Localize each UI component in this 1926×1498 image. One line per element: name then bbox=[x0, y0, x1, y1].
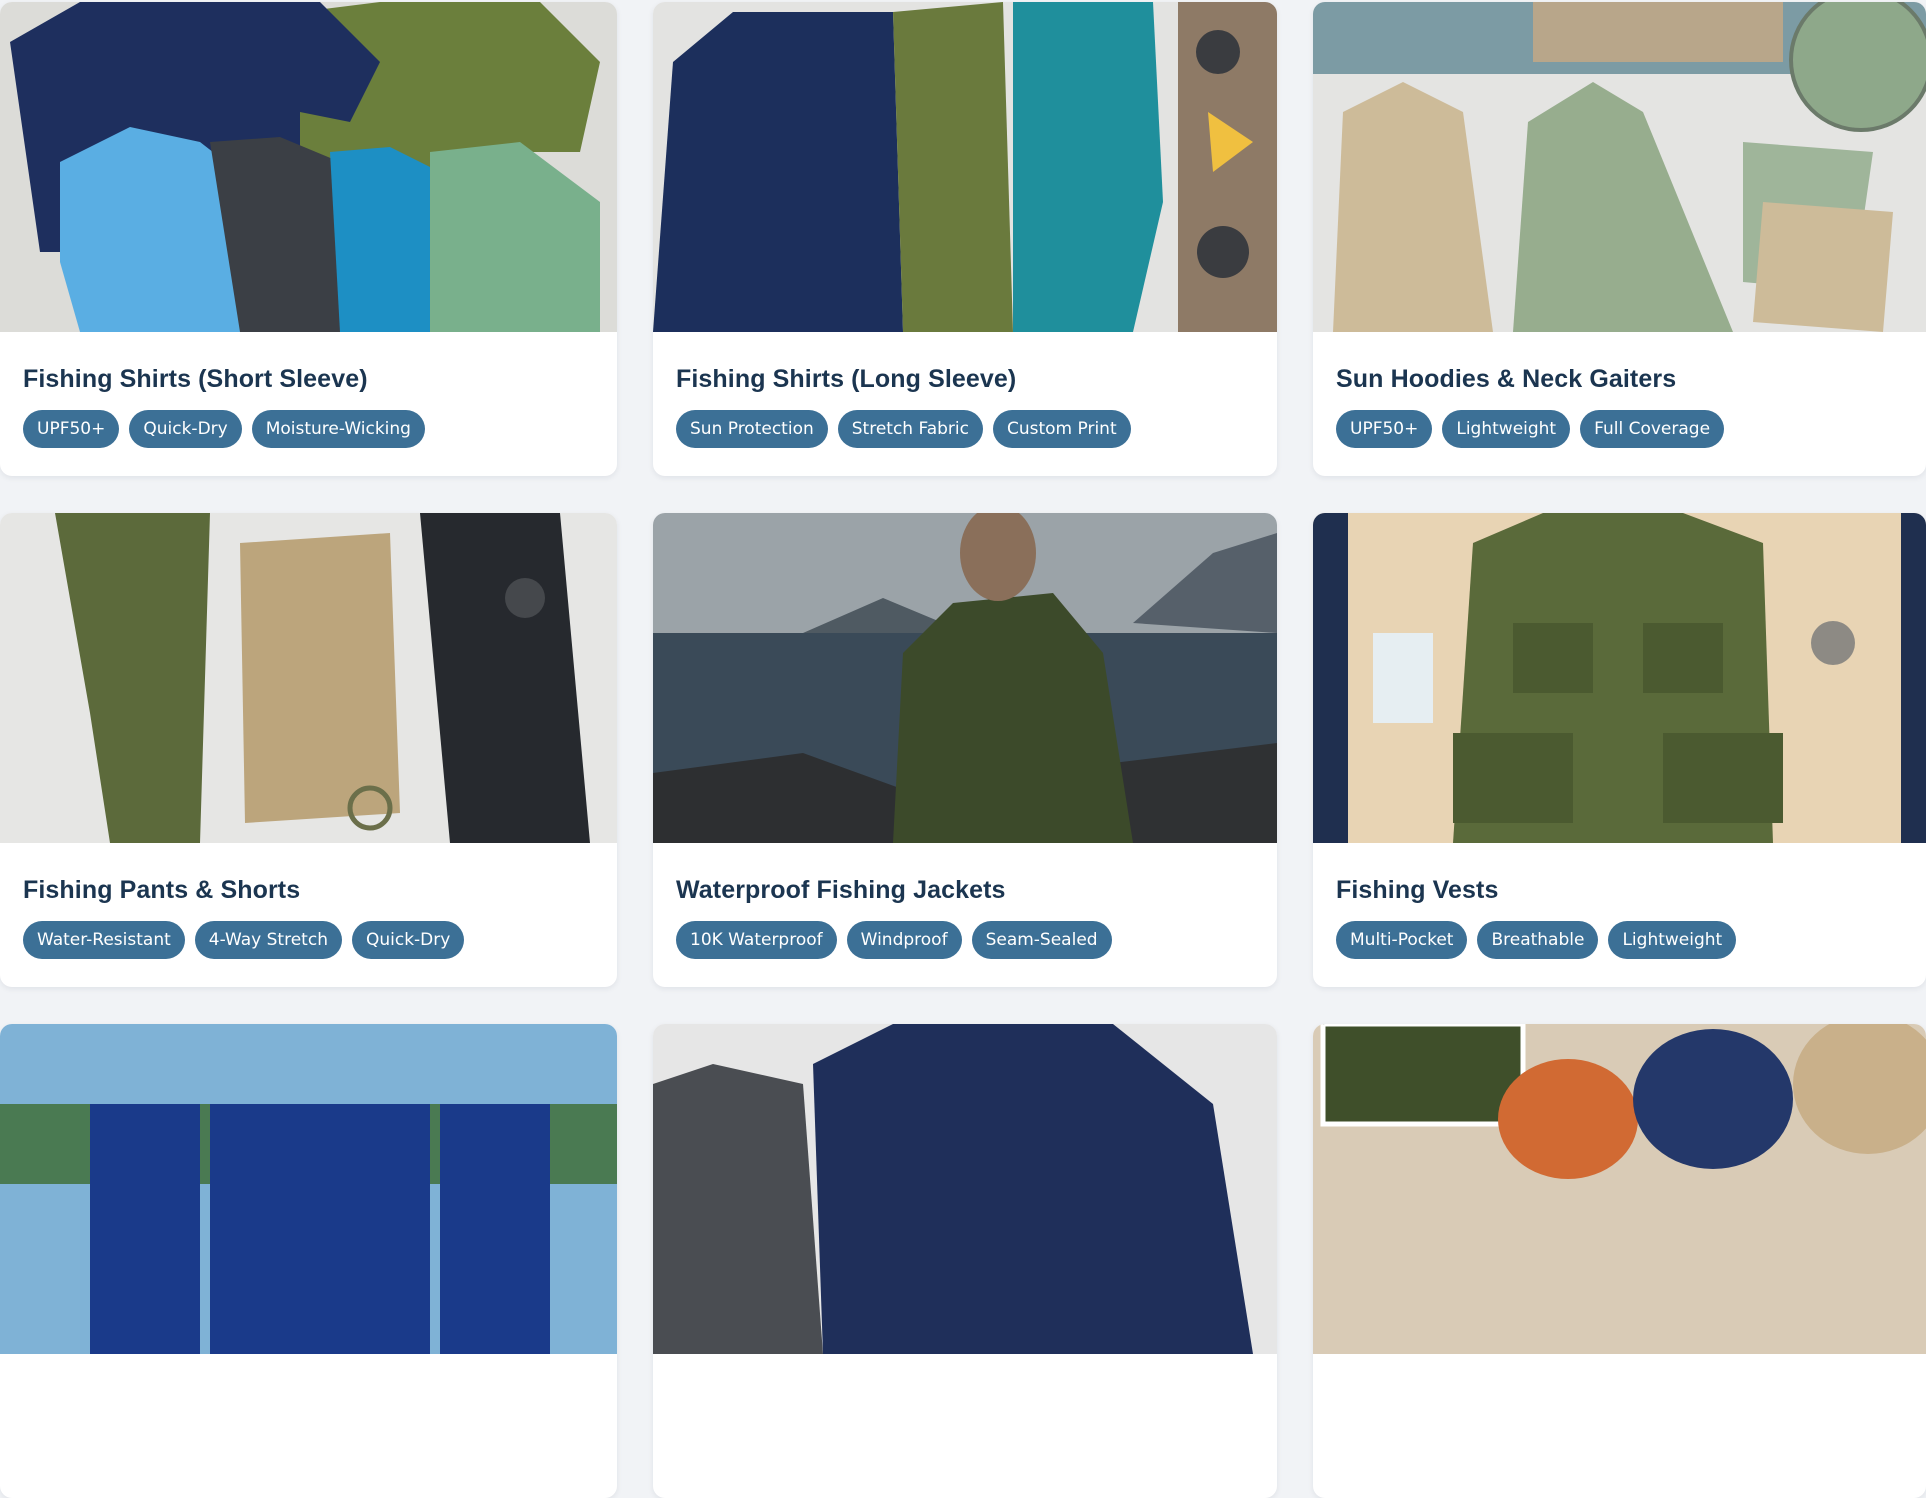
short-sleeve-shirts-photo bbox=[0, 2, 617, 332]
tag-badge[interactable]: Lightweight bbox=[1608, 921, 1737, 959]
sun-hoodies-photo bbox=[1313, 2, 1926, 332]
tag-badge[interactable]: Sun Protection bbox=[676, 410, 828, 448]
tag-badge[interactable]: Lightweight bbox=[1442, 410, 1571, 448]
tag-badge[interactable]: UPF50+ bbox=[23, 410, 120, 448]
card-title: Fishing Pants & Shorts bbox=[23, 876, 301, 904]
tag-badge[interactable]: 4-Way Stretch bbox=[194, 921, 342, 959]
category-card-fishing-vests[interactable]: Fishing Vests Multi-Pocket Breathable Li… bbox=[1313, 513, 1926, 987]
tag-badge[interactable]: Quick-Dry bbox=[129, 410, 242, 448]
category-card-team-jerseys[interactable] bbox=[0, 1024, 617, 1498]
tag-badge[interactable]: Quick-Dry bbox=[351, 921, 465, 959]
card-title: Fishing Shirts (Long Sleeve) bbox=[676, 365, 1017, 393]
pants-shorts-photo bbox=[0, 513, 617, 843]
base-layers-photo bbox=[653, 1024, 1277, 1354]
tag-badge[interactable]: Moisture-Wicking bbox=[251, 410, 425, 448]
tag-badge[interactable]: Multi-Pocket bbox=[1336, 921, 1468, 959]
hats-caps-photo bbox=[1313, 1024, 1926, 1354]
card-title: Sun Hoodies & Neck Gaiters bbox=[1336, 365, 1677, 393]
tag-list: UPF50+ Quick-Dry Moisture-Wicking bbox=[23, 410, 425, 448]
category-card-hats-caps[interactable] bbox=[1313, 1024, 1926, 1498]
team-jerseys-photo bbox=[0, 1024, 617, 1354]
tag-list: Multi-Pocket Breathable Lightweight bbox=[1336, 921, 1737, 959]
category-card-sun-hoodies[interactable]: Sun Hoodies & Neck Gaiters UPF50+ Lightw… bbox=[1313, 2, 1926, 476]
tag-list: UPF50+ Lightweight Full Coverage bbox=[1336, 410, 1725, 448]
card-title: Fishing Shirts (Short Sleeve) bbox=[23, 365, 368, 393]
tag-list: Water-Resistant 4-Way Stretch Quick-Dry bbox=[23, 921, 465, 959]
tag-badge[interactable]: Full Coverage bbox=[1580, 410, 1725, 448]
tag-list: Sun Protection Stretch Fabric Custom Pri… bbox=[676, 410, 1131, 448]
tag-badge[interactable]: Stretch Fabric bbox=[837, 410, 983, 448]
tag-badge[interactable]: Windproof bbox=[846, 921, 962, 959]
category-card-waterproof-jackets[interactable]: Waterproof Fishing Jackets 10K Waterproo… bbox=[653, 513, 1277, 987]
tag-badge[interactable]: Custom Print bbox=[992, 410, 1131, 448]
category-card-short-sleeve-shirts[interactable]: Fishing Shirts (Short Sleeve) UPF50+ Qui… bbox=[0, 2, 617, 476]
tag-badge[interactable]: Water-Resistant bbox=[23, 921, 185, 959]
tag-badge[interactable]: Seam-Sealed bbox=[971, 921, 1112, 959]
tag-badge[interactable]: 10K Waterproof bbox=[676, 921, 837, 959]
tag-list: 10K Waterproof Windproof Seam-Sealed bbox=[676, 921, 1112, 959]
tag-badge[interactable]: Breathable bbox=[1477, 921, 1599, 959]
category-card-pants-shorts[interactable]: Fishing Pants & Shorts Water-Resistant 4… bbox=[0, 513, 617, 987]
category-card-long-sleeve-shirts[interactable]: Fishing Shirts (Long Sleeve) Sun Protect… bbox=[653, 2, 1277, 476]
vest-photo bbox=[1313, 513, 1926, 843]
card-title: Fishing Vests bbox=[1336, 876, 1499, 904]
card-title: Waterproof Fishing Jackets bbox=[676, 876, 1006, 904]
jacket-photo bbox=[653, 513, 1277, 843]
long-sleeve-shirts-photo bbox=[653, 2, 1277, 332]
category-card-base-layers[interactable] bbox=[653, 1024, 1277, 1498]
tag-badge[interactable]: UPF50+ bbox=[1336, 410, 1433, 448]
